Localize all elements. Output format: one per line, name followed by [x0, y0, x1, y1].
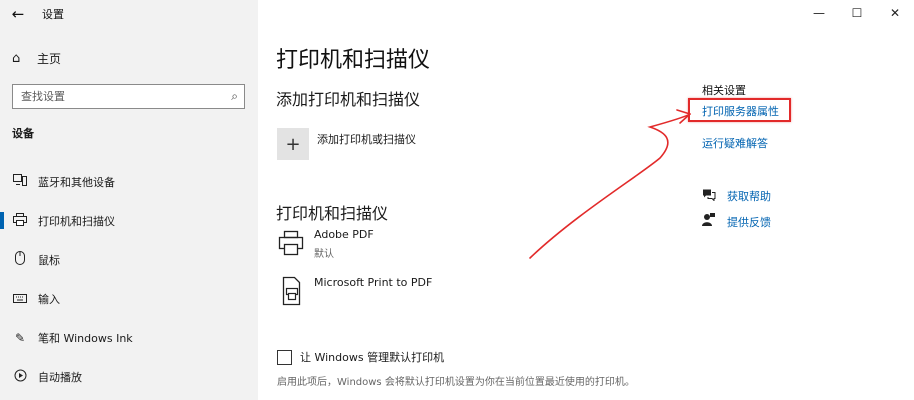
manage-default-printer-checkbox[interactable]: [277, 349, 292, 365]
pen-icon: ✎: [14, 330, 26, 345]
sidebar-nav: 蓝牙和其他设备 打印机和扫描仪 鼠标 输入 ✎ 笔和 Windows Ink 自…: [0, 162, 258, 396]
back-arrow-icon: ←: [11, 5, 25, 23]
sidebar-item-label: 自动播放: [38, 370, 82, 384]
printer-name: Microsoft Print to PDF: [314, 276, 433, 289]
sidebar-item-label: 蓝牙和其他设备: [38, 175, 115, 189]
printer-icon: [12, 212, 28, 229]
close-icon: ✕: [889, 6, 901, 20]
bluetooth-devices-icon: [12, 174, 28, 189]
home-icon: ⌂: [12, 51, 21, 66]
checkbox-label: 让 Windows 管理默认打印机: [300, 351, 445, 364]
sidebar-item-pen[interactable]: ✎ 笔和 Windows Ink: [0, 318, 258, 357]
sidebar-item-printers[interactable]: 打印机和扫描仪: [0, 201, 258, 240]
sidebar-item-mouse[interactable]: 鼠标: [0, 240, 258, 279]
add-printer-button[interactable]: + 添加打印机或扫描仪: [277, 128, 416, 160]
printer-status: 默认: [314, 249, 334, 260]
help-chat-icon: [702, 188, 718, 204]
keyboard-icon: [12, 292, 28, 306]
printer-icon: [277, 228, 305, 258]
printer-name: Adobe PDF: [314, 228, 374, 241]
page-title: 打印机和扫描仪: [276, 48, 431, 73]
sidebar-item-label: 输入: [38, 292, 60, 306]
give-feedback-link[interactable]: 提供反馈: [702, 213, 771, 230]
mouse-icon: [12, 251, 28, 268]
get-help-link[interactable]: 获取帮助: [702, 188, 771, 204]
sidebar: ← 设置 ⌂ 主页 ⌕ 设备 蓝牙和其他设备 打印机和扫描仪 鼠标: [0, 0, 258, 400]
section-label-devices: 设备: [12, 127, 34, 140]
back-button[interactable]: ←: [0, 0, 36, 28]
autoplay-icon: [12, 369, 28, 385]
search-box: ⌕: [12, 84, 245, 109]
sidebar-item-label: 笔和 Windows Ink: [38, 331, 133, 345]
printers-section-title: 打印机和扫描仪: [276, 204, 389, 223]
sidebar-item-autoplay[interactable]: 自动播放: [0, 357, 258, 396]
printer-item-microsoft-print-to-pdf[interactable]: Microsoft Print to PDF: [277, 276, 432, 306]
maximize-button[interactable]: ☐: [838, 0, 876, 26]
plus-icon: +: [277, 128, 309, 160]
minimize-icon: —: [813, 6, 825, 20]
add-printer-label: 添加打印机或扫描仪: [317, 133, 416, 146]
maximize-icon: ☐: [851, 6, 863, 20]
checkbox-description: 启用此项后，Windows 会将默认打印机设置为你在当前位置最近使用的打印机。: [277, 377, 635, 388]
search-input[interactable]: [21, 90, 232, 103]
minimize-button[interactable]: —: [800, 0, 838, 26]
title-bar: ← 设置: [0, 0, 64, 28]
app-title: 设置: [42, 8, 64, 21]
pdf-printer-icon: [277, 276, 305, 306]
get-help-label: 获取帮助: [727, 190, 771, 203]
sidebar-item-label: 鼠标: [38, 253, 60, 267]
sidebar-item-bluetooth[interactable]: 蓝牙和其他设备: [0, 162, 258, 201]
run-troubleshooter-link[interactable]: 运行疑难解答: [702, 135, 768, 151]
window-controls: — ☐ ✕: [800, 0, 914, 26]
home-label: 主页: [37, 52, 62, 66]
print-server-properties-link[interactable]: 打印服务器属性: [702, 103, 779, 119]
related-settings-title: 相关设置: [702, 84, 746, 97]
feedback-icon: [702, 213, 718, 230]
printer-item-adobe-pdf[interactable]: Adobe PDF 默认: [277, 228, 374, 260]
sidebar-item-typing[interactable]: 输入: [0, 279, 258, 318]
sidebar-item-home[interactable]: ⌂ 主页: [12, 50, 61, 67]
sidebar-item-label: 打印机和扫描仪: [38, 214, 115, 228]
close-button[interactable]: ✕: [876, 0, 914, 26]
search-icon[interactable]: ⌕: [231, 89, 238, 104]
manage-default-printer-option: 让 Windows 管理默认打印机: [277, 349, 444, 365]
add-section-title: 添加打印机和扫描仪: [276, 90, 421, 109]
give-feedback-label: 提供反馈: [727, 215, 771, 229]
